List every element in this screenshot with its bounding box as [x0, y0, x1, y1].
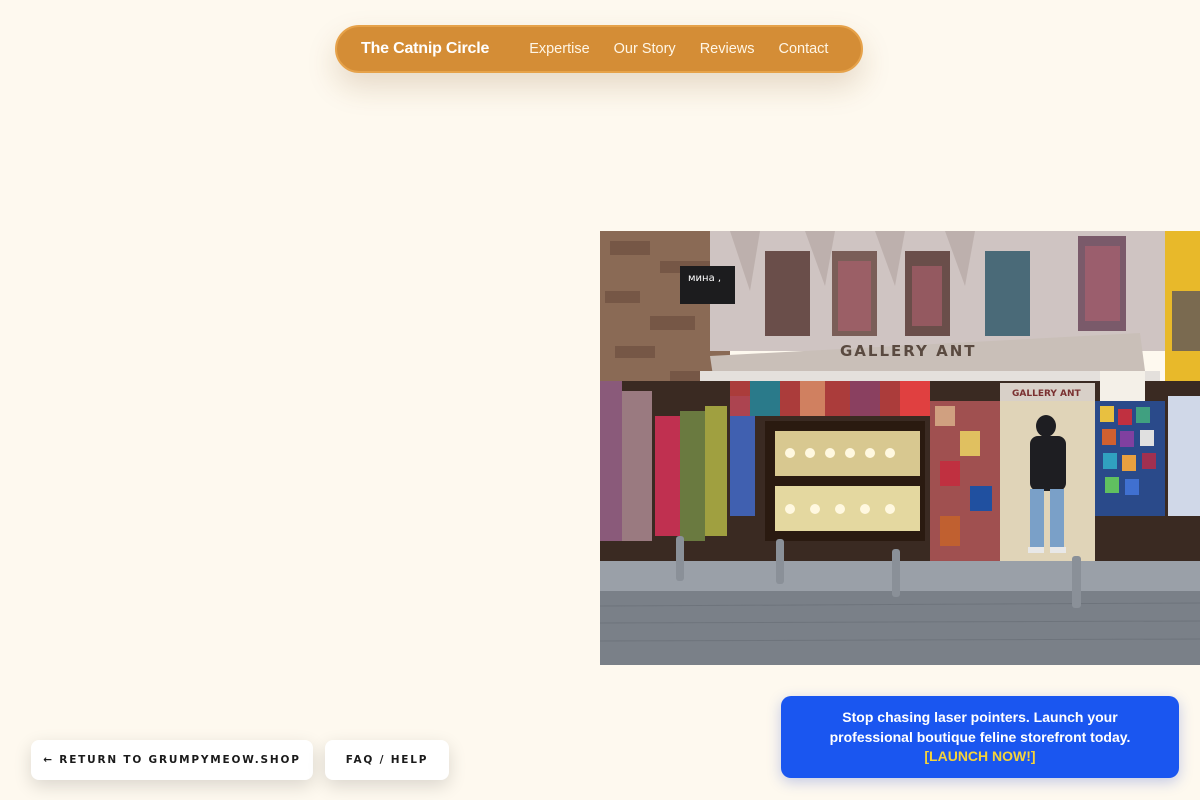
- return-to-shop-button[interactable]: ← RETURN TO GRUMPYMEOW.SHOP: [31, 740, 313, 780]
- main-nav: The Catnip Circle Expertise Our Story Re…: [335, 25, 863, 73]
- faq-help-button[interactable]: FAQ / HELP: [325, 740, 449, 780]
- small-wall-sign: мина ,: [688, 273, 721, 284]
- inner-sign: GALLERY ANT: [1012, 389, 1082, 399]
- nav-link-expertise[interactable]: Expertise: [529, 41, 589, 57]
- hero-photo: мина , GALLERY ANT GALLERY ANT: [600, 231, 1200, 665]
- nav-link-reviews[interactable]: Reviews: [700, 41, 755, 57]
- nav-link-our-story[interactable]: Our Story: [614, 41, 676, 57]
- brand-logo[interactable]: The Catnip Circle: [361, 40, 489, 58]
- promo-message: Stop chasing laser pointers. Launch your…: [829, 709, 1131, 745]
- promo-banner: Stop chasing laser pointers. Launch your…: [781, 696, 1179, 778]
- nav-link-contact[interactable]: Contact: [778, 41, 828, 57]
- page: The Catnip Circle Expertise Our Story Re…: [0, 0, 1200, 800]
- shop-sign: GALLERY ANT: [840, 342, 977, 360]
- launch-now-link[interactable]: [LAUNCH NOW!]: [924, 747, 1035, 767]
